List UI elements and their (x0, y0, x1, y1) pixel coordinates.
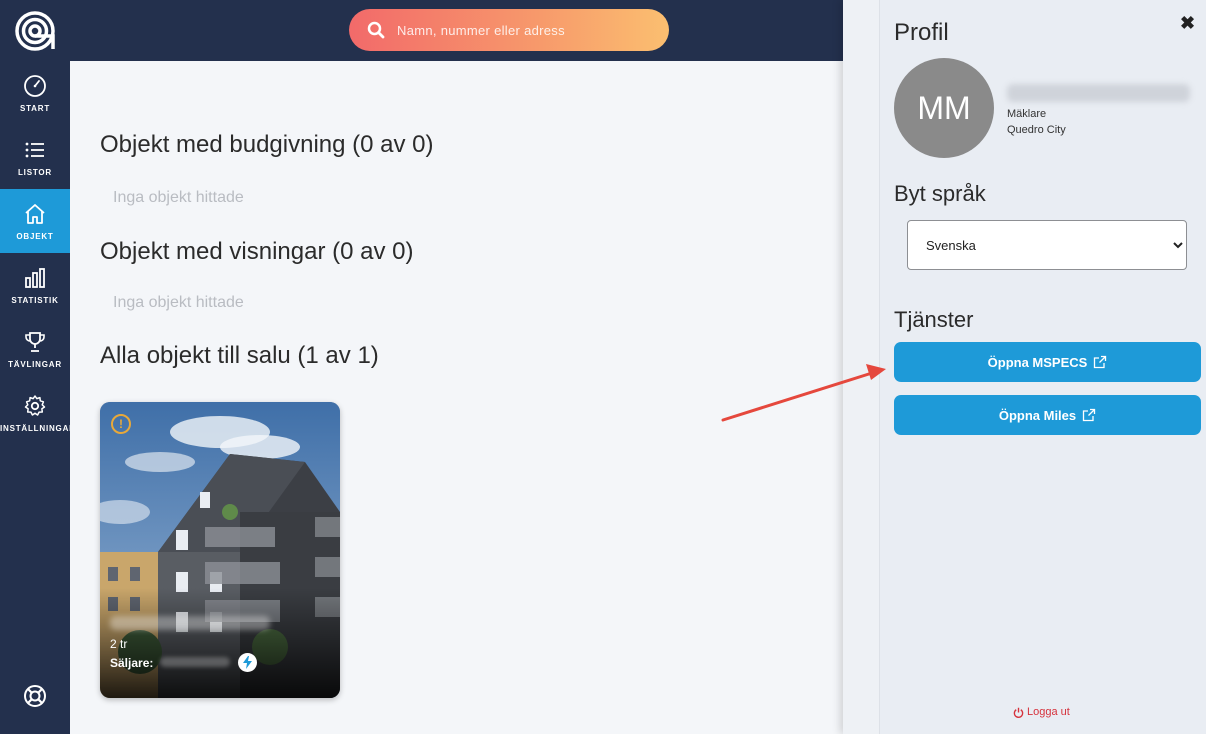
lifebuoy-icon (24, 685, 46, 707)
card-floor: 2 tr (110, 637, 128, 651)
sidebar-item-label: STATISTIK (11, 295, 59, 305)
app-logo[interactable] (0, 0, 70, 61)
button-label: Öppna MSPECS (987, 354, 1088, 370)
close-icon[interactable]: ✖ (1180, 13, 1195, 34)
trophy-icon (25, 331, 45, 352)
services-title: Tjänster (894, 307, 974, 332)
blurred-address (110, 616, 270, 630)
user-role: Mäklare (1007, 108, 1047, 120)
sidebar-item-objekt[interactable]: OBJEKT (0, 189, 70, 253)
profile-panel: Profil ✖ MM Mäklare Quedro City Byt språ… (843, 0, 1206, 734)
home-icon (25, 203, 45, 224)
top-bar (0, 0, 843, 61)
sidebar-nav: START LISTOR OBJEKT STATISTIK TÄVLINGAR (0, 61, 70, 734)
info-icon[interactable]: ! (111, 414, 131, 434)
sidebar-item-start[interactable]: START (0, 61, 70, 125)
user-office: Quedro City (1007, 124, 1066, 136)
blurred-user-name (1007, 84, 1190, 102)
open-miles-button[interactable]: Öppna Miles (894, 395, 1201, 435)
sidebar-item-label: LISTOR (18, 167, 52, 177)
sidebar-item-tavlingar[interactable]: TÄVLINGAR (0, 317, 70, 381)
sidebar-item-statistik[interactable]: STATISTIK (0, 253, 70, 317)
panel-edge (843, 0, 880, 734)
search-icon (367, 21, 385, 39)
section-title-till-salu: Alla objekt till salu (1 av 1) (100, 342, 379, 369)
property-card[interactable]: ! 2 tr Säljare: (100, 402, 340, 698)
external-link-icon (1094, 355, 1107, 369)
card-seller-label: Säljare: (110, 656, 154, 670)
sidebar-item-label: START (19, 103, 51, 113)
list-icon (25, 142, 44, 157)
gear-icon (24, 394, 46, 416)
section-title-budgivning: Objekt med budgivning (0 av 0) (100, 131, 434, 158)
sidebar-item-label: TÄVLINGAR (8, 359, 62, 369)
external-link-icon (1082, 408, 1096, 422)
sidebar-item-label: OBJEKT (16, 231, 54, 241)
blurred-seller-name (160, 657, 230, 667)
logout-label: Logga ut (1027, 706, 1070, 718)
lightning-icon (238, 653, 257, 672)
logout-link[interactable]: Logga ut (1013, 706, 1070, 718)
help-button[interactable] (18, 679, 52, 713)
open-mspecs-button[interactable]: Öppna MSPECS (894, 342, 1201, 382)
sidebar-item-label: INSTÄLLNINGAR (0, 423, 70, 433)
language-title: Byt språk (894, 181, 986, 206)
sidebar-item-installningar[interactable]: INSTÄLLNINGAR (0, 381, 70, 445)
power-icon (1013, 707, 1024, 718)
logo-icon (15, 10, 55, 51)
panel-title: Profil (894, 19, 949, 46)
main-content: Objekt med budgivning (0 av 0) Inga obje… (70, 61, 843, 734)
button-label: Öppna Miles (998, 407, 1077, 423)
search-bar[interactable] (349, 9, 669, 51)
empty-message: Inga objekt hittade (113, 189, 244, 206)
empty-message: Inga objekt hittade (113, 294, 244, 311)
language-select[interactable]: Svenska (907, 220, 1187, 270)
avatar: MM (894, 58, 994, 158)
bar-chart-icon (25, 267, 45, 288)
speedometer-icon (24, 74, 46, 97)
card-overlay (100, 588, 340, 698)
sidebar-item-listor[interactable]: LISTOR (0, 125, 70, 189)
section-title-visningar: Objekt med visningar (0 av 0) (100, 238, 414, 265)
search-input[interactable] (397, 22, 647, 38)
